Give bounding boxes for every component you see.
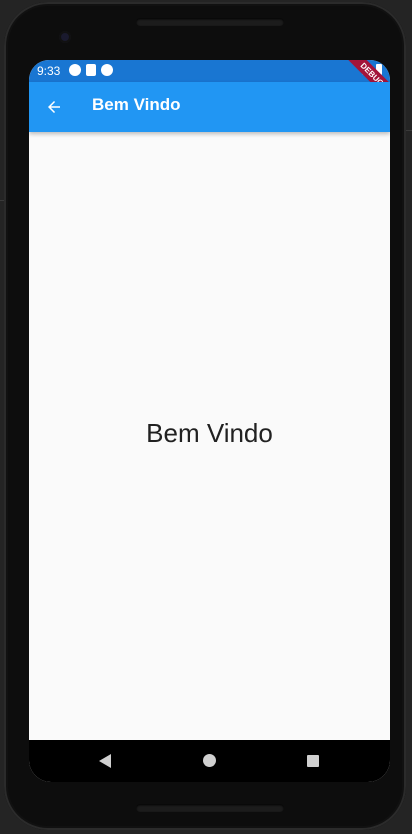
notification-icons [69, 64, 113, 76]
home-circle-icon[interactable] [203, 754, 216, 767]
navigation-bar [29, 740, 390, 782]
sd-card-icon [86, 64, 96, 76]
play-circle-icon [69, 64, 81, 76]
app-bar: Bem Vindo [29, 82, 390, 132]
speaker-grille-bottom [136, 804, 284, 812]
status-bar: 9:33 [29, 60, 390, 82]
page-title: Bem Vindo [92, 95, 181, 114]
recents-square-icon[interactable] [307, 755, 319, 767]
welcome-text: Bem Vindo [146, 418, 273, 448]
arrow-back-icon [48, 101, 60, 113]
front-camera [59, 31, 71, 43]
status-time: 9:33 [37, 64, 61, 78]
phone-frame: 9:33 DEBUG Bem Vindo Bem Vindo [4, 2, 406, 830]
speaker-grille-top [136, 18, 284, 26]
back-triangle-icon[interactable] [99, 754, 111, 768]
at-sign-icon [101, 64, 113, 76]
device-screen: 9:33 DEBUG Bem Vindo Bem Vindo [29, 60, 390, 782]
back-button[interactable] [39, 92, 69, 122]
ide-divider [406, 130, 412, 131]
